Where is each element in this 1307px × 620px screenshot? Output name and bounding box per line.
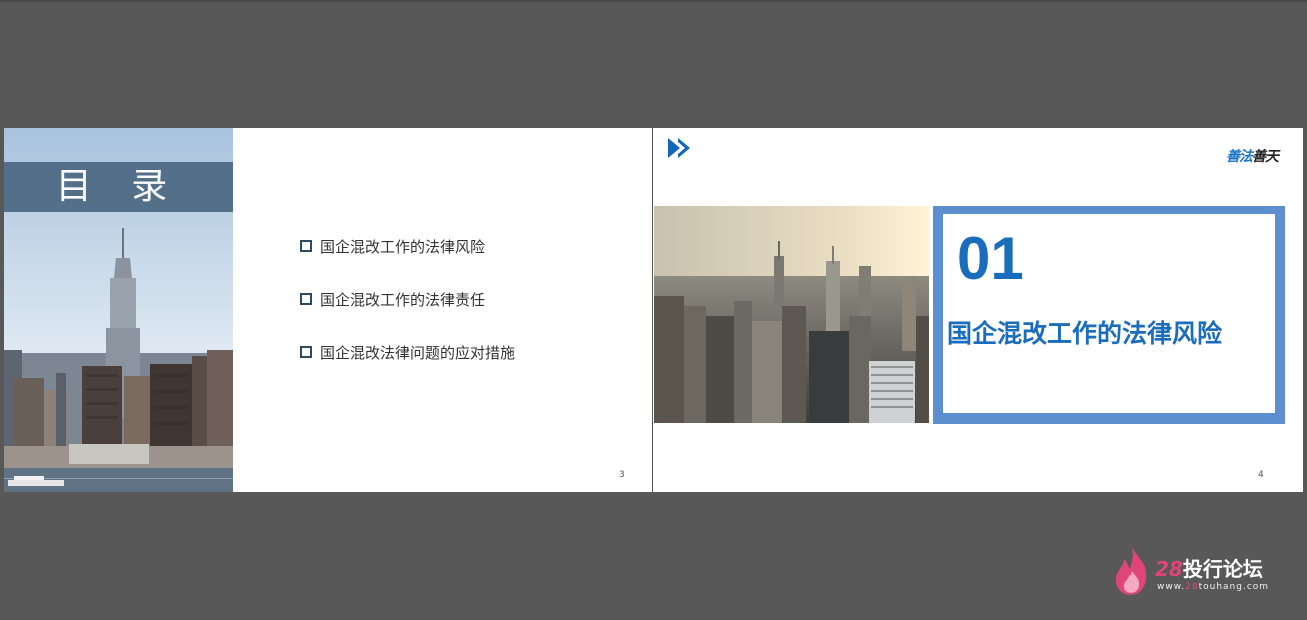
table-of-contents: 国企混改工作的法律风险 国企混改工作的法律责任 国企混改法律问题的应对措施 (300, 236, 515, 395)
toc-item: 国企混改工作的法律风险 (300, 236, 515, 289)
toc-item-label: 国企混改工作的法律风险 (320, 238, 486, 256)
square-bullet-icon (300, 293, 312, 305)
double-arrow-icon (667, 137, 693, 163)
square-bullet-icon (300, 240, 312, 252)
slide-3-thumbnail[interactable]: 目 录 国企混改工作的法律风险 国企混改工作的法律责任 国企混改法律问题的应对措… (4, 128, 650, 492)
toc-item-label: 国企混改工作的法律责任 (320, 291, 486, 309)
logo-part-1: 善法 (1226, 149, 1253, 165)
section-number: 01 (957, 225, 1024, 292)
slide-page-number: 4 (1258, 470, 1264, 480)
section-header-box: 01 国企混改工作的法律风险 (933, 206, 1285, 424)
toc-item-label: 国企混改法律问题的应对措施 (320, 344, 516, 362)
section-title: 国企混改工作的法律风险 (947, 319, 1223, 348)
forum-watermark: 28投行论坛 www.28touhang.com (1112, 545, 1302, 597)
forum-name: 28投行论坛 (1155, 557, 1263, 581)
forum-url: www.28touhang.com (1157, 582, 1270, 592)
viewer-top-border (0, 0, 1307, 2)
logo-part-2: 善天 (1252, 149, 1279, 165)
slide-page-number: 3 (619, 470, 625, 480)
toc-item: 国企混改法律问题的应对措施 (300, 342, 515, 395)
square-bullet-icon (300, 346, 312, 358)
slide-4-thumbnail[interactable]: 善法善天 01 国企混改工作的法律风险 4 (654, 128, 1303, 492)
city-skyline-photo (654, 206, 929, 423)
company-logo: 善法善天 (1226, 146, 1279, 166)
flame-logo-icon (1115, 547, 1147, 595)
toc-title: 目 录 (4, 162, 233, 212)
section-header-inner: 01 国企混改工作的法律风险 (943, 214, 1275, 413)
toc-item: 国企混改工作的法律责任 (300, 289, 515, 342)
slide-divider (652, 128, 653, 492)
